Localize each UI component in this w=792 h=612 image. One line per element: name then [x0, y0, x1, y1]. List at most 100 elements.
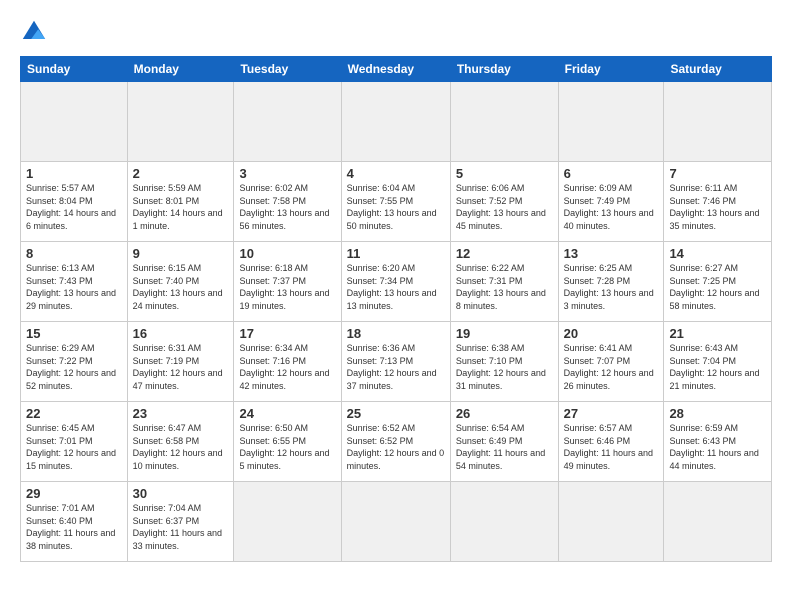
- calendar-cell: 27Sunrise: 6:57 AMSunset: 6:46 PMDayligh…: [558, 402, 664, 482]
- day-info: Sunrise: 6:11 AMSunset: 7:46 PMDaylight:…: [669, 182, 766, 232]
- calendar-cell: 17Sunrise: 6:34 AMSunset: 7:16 PMDayligh…: [234, 322, 341, 402]
- day-number: 17: [239, 326, 335, 341]
- day-number: 14: [669, 246, 766, 261]
- day-info: Sunrise: 6:52 AMSunset: 6:52 PMDaylight:…: [347, 422, 445, 472]
- day-number: 18: [347, 326, 445, 341]
- day-number: 23: [133, 406, 229, 421]
- day-info: Sunrise: 6:34 AMSunset: 7:16 PMDaylight:…: [239, 342, 335, 392]
- calendar-cell: [664, 482, 772, 562]
- calendar-cell: 30Sunrise: 7:04 AMSunset: 6:37 PMDayligh…: [127, 482, 234, 562]
- day-number: 27: [564, 406, 659, 421]
- logo: [20, 18, 52, 46]
- calendar-cell: 28Sunrise: 6:59 AMSunset: 6:43 PMDayligh…: [664, 402, 772, 482]
- day-info: Sunrise: 6:41 AMSunset: 7:07 PMDaylight:…: [564, 342, 659, 392]
- day-number: 26: [456, 406, 553, 421]
- day-info: Sunrise: 6:47 AMSunset: 6:58 PMDaylight:…: [133, 422, 229, 472]
- day-number: 11: [347, 246, 445, 261]
- day-info: Sunrise: 6:09 AMSunset: 7:49 PMDaylight:…: [564, 182, 659, 232]
- calendar-cell: 22Sunrise: 6:45 AMSunset: 7:01 PMDayligh…: [21, 402, 128, 482]
- day-number: 6: [564, 166, 659, 181]
- day-info: Sunrise: 6:45 AMSunset: 7:01 PMDaylight:…: [26, 422, 122, 472]
- day-number: 4: [347, 166, 445, 181]
- day-info: Sunrise: 7:01 AMSunset: 6:40 PMDaylight:…: [26, 502, 122, 552]
- day-number: 7: [669, 166, 766, 181]
- dow-header: Friday: [558, 57, 664, 82]
- dow-header: Thursday: [450, 57, 558, 82]
- day-info: Sunrise: 6:54 AMSunset: 6:49 PMDaylight:…: [456, 422, 553, 472]
- day-number: 21: [669, 326, 766, 341]
- day-info: Sunrise: 6:50 AMSunset: 6:55 PMDaylight:…: [239, 422, 335, 472]
- calendar-week: 15Sunrise: 6:29 AMSunset: 7:22 PMDayligh…: [21, 322, 772, 402]
- calendar: SundayMondayTuesdayWednesdayThursdayFrid…: [20, 56, 772, 562]
- day-number: 29: [26, 486, 122, 501]
- dow-header: Wednesday: [341, 57, 450, 82]
- calendar-cell: 13Sunrise: 6:25 AMSunset: 7:28 PMDayligh…: [558, 242, 664, 322]
- calendar-cell: 18Sunrise: 6:36 AMSunset: 7:13 PMDayligh…: [341, 322, 450, 402]
- day-info: Sunrise: 6:22 AMSunset: 7:31 PMDaylight:…: [456, 262, 553, 312]
- day-info: Sunrise: 6:13 AMSunset: 7:43 PMDaylight:…: [26, 262, 122, 312]
- calendar-cell: 10Sunrise: 6:18 AMSunset: 7:37 PMDayligh…: [234, 242, 341, 322]
- calendar-cell: 2Sunrise: 5:59 AMSunset: 8:01 PMDaylight…: [127, 162, 234, 242]
- day-info: Sunrise: 6:02 AMSunset: 7:58 PMDaylight:…: [239, 182, 335, 232]
- calendar-cell: [234, 482, 341, 562]
- day-info: Sunrise: 6:15 AMSunset: 7:40 PMDaylight:…: [133, 262, 229, 312]
- calendar-cell: 4Sunrise: 6:04 AMSunset: 7:55 PMDaylight…: [341, 162, 450, 242]
- day-number: 30: [133, 486, 229, 501]
- dow-header: Monday: [127, 57, 234, 82]
- dow-header: Tuesday: [234, 57, 341, 82]
- calendar-cell: [558, 482, 664, 562]
- day-number: 1: [26, 166, 122, 181]
- day-number: 15: [26, 326, 122, 341]
- day-number: 5: [456, 166, 553, 181]
- header: [20, 18, 772, 46]
- calendar-cell: 8Sunrise: 6:13 AMSunset: 7:43 PMDaylight…: [21, 242, 128, 322]
- calendar-cell: 23Sunrise: 6:47 AMSunset: 6:58 PMDayligh…: [127, 402, 234, 482]
- calendar-cell: 26Sunrise: 6:54 AMSunset: 6:49 PMDayligh…: [450, 402, 558, 482]
- day-number: 8: [26, 246, 122, 261]
- day-number: 25: [347, 406, 445, 421]
- day-info: Sunrise: 5:59 AMSunset: 8:01 PMDaylight:…: [133, 182, 229, 232]
- calendar-cell: 14Sunrise: 6:27 AMSunset: 7:25 PMDayligh…: [664, 242, 772, 322]
- calendar-week: 29Sunrise: 7:01 AMSunset: 6:40 PMDayligh…: [21, 482, 772, 562]
- day-info: Sunrise: 6:25 AMSunset: 7:28 PMDaylight:…: [564, 262, 659, 312]
- calendar-cell: 5Sunrise: 6:06 AMSunset: 7:52 PMDaylight…: [450, 162, 558, 242]
- calendar-cell: 19Sunrise: 6:38 AMSunset: 7:10 PMDayligh…: [450, 322, 558, 402]
- calendar-cell: 29Sunrise: 7:01 AMSunset: 6:40 PMDayligh…: [21, 482, 128, 562]
- calendar-cell: 7Sunrise: 6:11 AMSunset: 7:46 PMDaylight…: [664, 162, 772, 242]
- day-number: 2: [133, 166, 229, 181]
- day-number: 16: [133, 326, 229, 341]
- logo-icon: [20, 18, 48, 46]
- page: SundayMondayTuesdayWednesdayThursdayFrid…: [0, 0, 792, 612]
- calendar-cell: 3Sunrise: 6:02 AMSunset: 7:58 PMDaylight…: [234, 162, 341, 242]
- day-info: Sunrise: 5:57 AMSunset: 8:04 PMDaylight:…: [26, 182, 122, 232]
- day-info: Sunrise: 6:04 AMSunset: 7:55 PMDaylight:…: [347, 182, 445, 232]
- calendar-cell: 16Sunrise: 6:31 AMSunset: 7:19 PMDayligh…: [127, 322, 234, 402]
- day-number: 24: [239, 406, 335, 421]
- calendar-cell: 15Sunrise: 6:29 AMSunset: 7:22 PMDayligh…: [21, 322, 128, 402]
- calendar-week: 8Sunrise: 6:13 AMSunset: 7:43 PMDaylight…: [21, 242, 772, 322]
- calendar-cell: 1Sunrise: 5:57 AMSunset: 8:04 PMDaylight…: [21, 162, 128, 242]
- day-number: 19: [456, 326, 553, 341]
- day-info: Sunrise: 6:57 AMSunset: 6:46 PMDaylight:…: [564, 422, 659, 472]
- calendar-cell: [450, 82, 558, 162]
- day-info: Sunrise: 6:18 AMSunset: 7:37 PMDaylight:…: [239, 262, 335, 312]
- day-info: Sunrise: 6:31 AMSunset: 7:19 PMDaylight:…: [133, 342, 229, 392]
- day-info: Sunrise: 6:06 AMSunset: 7:52 PMDaylight:…: [456, 182, 553, 232]
- day-info: Sunrise: 6:27 AMSunset: 7:25 PMDaylight:…: [669, 262, 766, 312]
- calendar-week: 22Sunrise: 6:45 AMSunset: 7:01 PMDayligh…: [21, 402, 772, 482]
- calendar-cell: 6Sunrise: 6:09 AMSunset: 7:49 PMDaylight…: [558, 162, 664, 242]
- calendar-week: [21, 82, 772, 162]
- day-number: 13: [564, 246, 659, 261]
- calendar-cell: [450, 482, 558, 562]
- calendar-cell: 12Sunrise: 6:22 AMSunset: 7:31 PMDayligh…: [450, 242, 558, 322]
- day-number: 28: [669, 406, 766, 421]
- calendar-week: 1Sunrise: 5:57 AMSunset: 8:04 PMDaylight…: [21, 162, 772, 242]
- calendar-cell: [341, 82, 450, 162]
- calendar-cell: 24Sunrise: 6:50 AMSunset: 6:55 PMDayligh…: [234, 402, 341, 482]
- day-number: 9: [133, 246, 229, 261]
- day-info: Sunrise: 6:43 AMSunset: 7:04 PMDaylight:…: [669, 342, 766, 392]
- day-number: 20: [564, 326, 659, 341]
- day-info: Sunrise: 6:38 AMSunset: 7:10 PMDaylight:…: [456, 342, 553, 392]
- calendar-cell: 9Sunrise: 6:15 AMSunset: 7:40 PMDaylight…: [127, 242, 234, 322]
- day-info: Sunrise: 6:20 AMSunset: 7:34 PMDaylight:…: [347, 262, 445, 312]
